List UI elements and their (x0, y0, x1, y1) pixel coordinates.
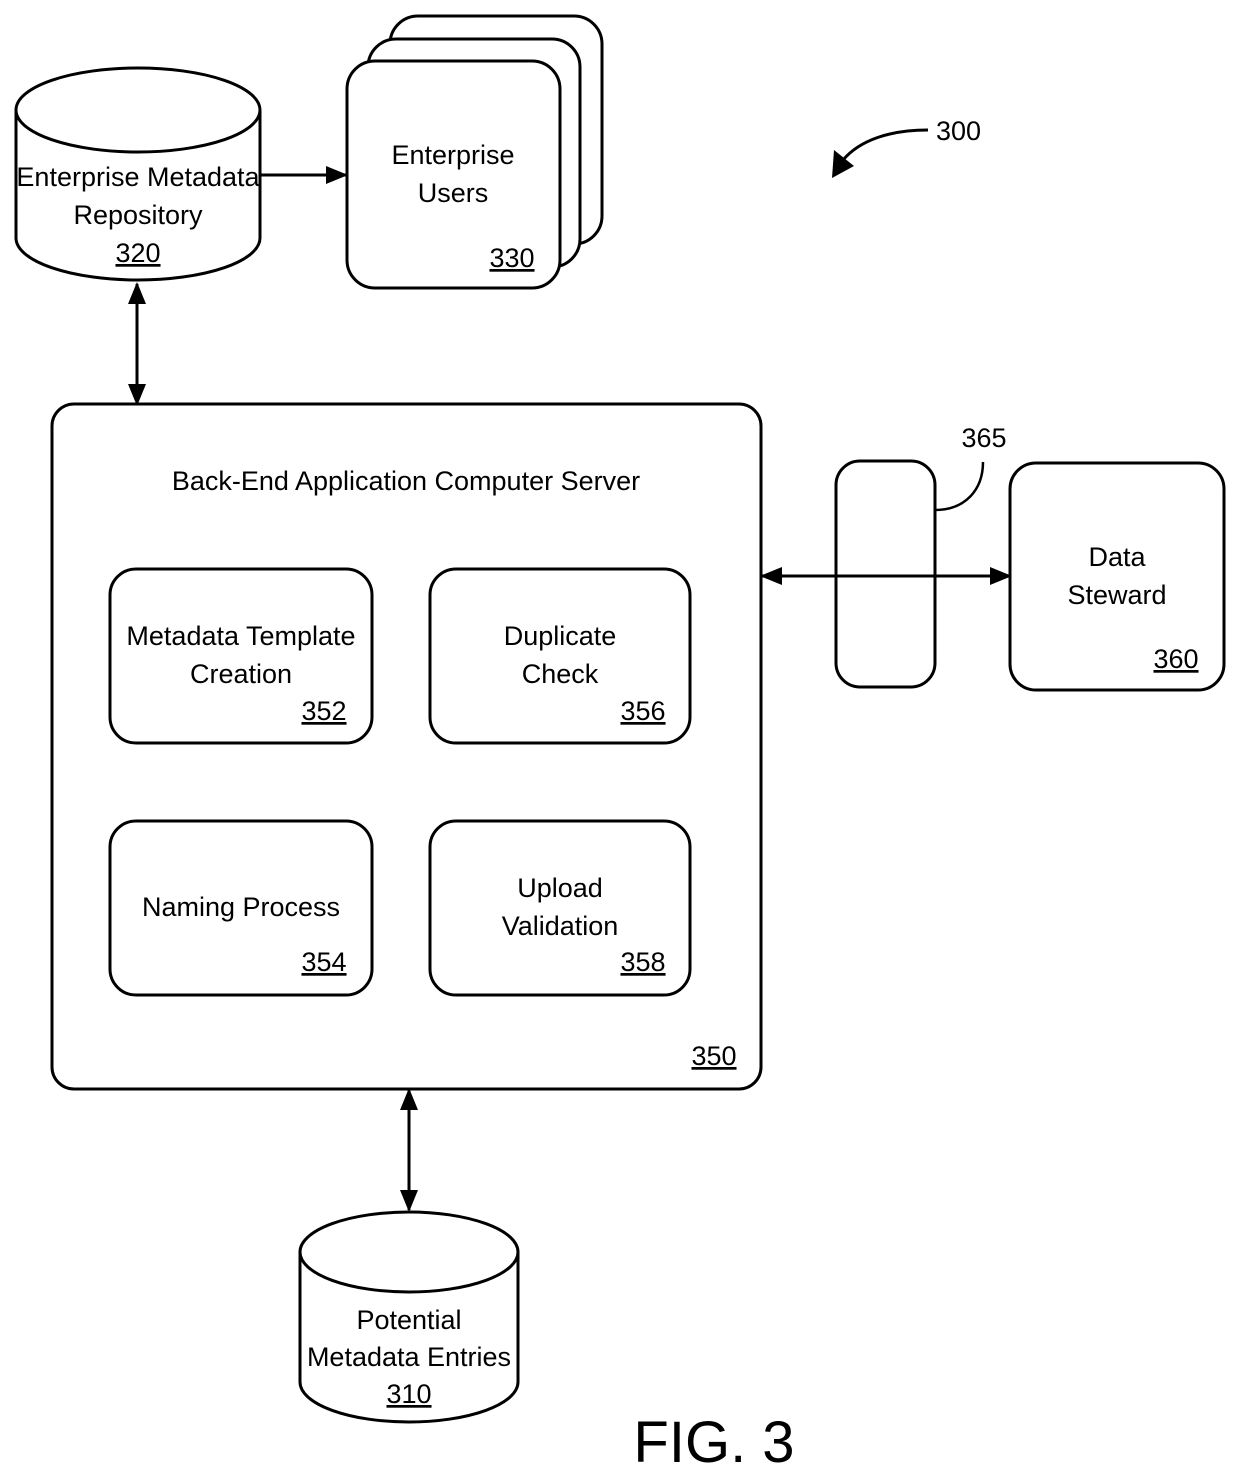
diagram-canvas: 300 Enterprise Metadata Repository 320 E… (14, 14, 1226, 1475)
interface-box (834, 459, 937, 689)
entries-label-line1: Potential (356, 1305, 461, 1335)
module-352-line2: Creation (190, 659, 292, 689)
figure-reference-300: 300 (832, 116, 981, 178)
reference-arrow-line (841, 128, 929, 161)
steward-label-line2: Steward (1067, 580, 1166, 610)
module-356-line2: Check (522, 659, 599, 689)
figure-caption: FIG. 3 (633, 1410, 794, 1475)
module-duplicate-check: Duplicate Check 356 (428, 567, 692, 745)
entries-ref: 310 (386, 1379, 431, 1409)
entries-label-line2: Metadata Entries (307, 1342, 511, 1372)
module-352-line1: Metadata Template (126, 621, 355, 651)
module-358-line1: Upload (517, 873, 603, 903)
steward-label-line1: Data (1088, 542, 1146, 572)
data-steward: Data Steward 360 (1008, 461, 1226, 692)
module-354-line1: Naming Process (142, 892, 340, 922)
users-label-line2: Users (418, 178, 489, 208)
back-end-server: Back-End Application Computer Server 350… (50, 402, 763, 1091)
enterprise-metadata-repository: Enterprise Metadata Repository 320 (14, 66, 262, 282)
module-upload-validation: Upload Validation 358 (428, 819, 692, 997)
potential-metadata-entries: Potential Metadata Entries 310 (298, 1210, 520, 1424)
server-ref: 350 (691, 1041, 736, 1071)
module-352-ref: 352 (301, 696, 346, 726)
enterprise-users: Enterprise Users 330 (345, 14, 604, 290)
module-358-ref: 358 (620, 947, 665, 977)
module-358-line2: Validation (502, 911, 619, 941)
module-naming-process: Naming Process 354 (108, 819, 374, 997)
repository-ref: 320 (115, 238, 160, 268)
module-356-ref: 356 (620, 696, 665, 726)
module-metadata-template-creation: Metadata Template Creation 352 (108, 567, 374, 745)
users-ref: 330 (489, 243, 534, 273)
users-label-line1: Enterprise (391, 140, 514, 170)
server-title: Back-End Application Computer Server (172, 466, 640, 496)
figure-reference-label: 300 (936, 116, 981, 146)
repository-label-line1: Enterprise Metadata (16, 162, 260, 192)
repository-cylinder-top (14, 66, 262, 154)
interface-leader-line (934, 461, 985, 512)
repository-label-line2: Repository (73, 200, 203, 230)
interface-ref: 365 (961, 423, 1006, 453)
module-356-line1: Duplicate (504, 621, 617, 651)
interface-365: 365 (834, 423, 1007, 689)
entries-cylinder-top (298, 1210, 520, 1294)
module-354-ref: 354 (301, 947, 346, 977)
steward-ref: 360 (1153, 644, 1198, 674)
